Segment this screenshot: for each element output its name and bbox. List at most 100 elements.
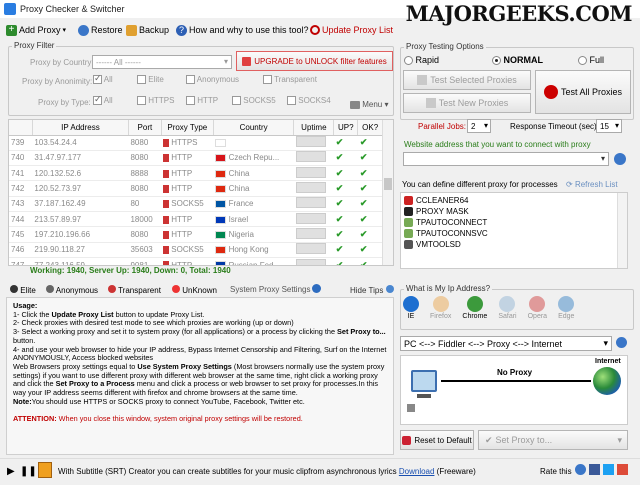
row-port: 8080 xyxy=(128,180,162,197)
system-proxy-settings-link[interactable]: System Proxy Settings xyxy=(230,285,310,294)
route-settings-icon[interactable] xyxy=(616,337,627,348)
country-select[interactable]: ------ All ------ ▾ xyxy=(92,55,232,69)
col-index[interactable] xyxy=(9,120,33,136)
type-https-checkbox[interactable]: HTTPS xyxy=(137,96,174,106)
row-type-label: HTTP xyxy=(171,229,193,239)
browser-edge-button[interactable]: Edge xyxy=(558,296,574,320)
col-uptime[interactable]: Uptime xyxy=(293,120,335,136)
settings-icon[interactable] xyxy=(312,284,321,295)
type-socks4-checkbox[interactable]: SOCKS4 xyxy=(287,96,331,106)
mode-normal-radio[interactable]: NORMAL xyxy=(492,55,543,66)
row-uptime xyxy=(293,196,334,212)
list-item[interactable]: TPAUTOCONNSVC xyxy=(404,228,624,239)
col-type[interactable]: Proxy Type xyxy=(161,120,214,136)
browser-label: Edge xyxy=(558,313,575,320)
list-item[interactable]: VMTOOLSD xyxy=(404,239,624,250)
type-all-checkbox[interactable]: All xyxy=(93,94,113,106)
test-selected-button[interactable]: Test Selected Proxies xyxy=(403,70,531,90)
download-link[interactable]: Download xyxy=(399,467,435,476)
row-uptime xyxy=(293,242,334,258)
play-icon[interactable]: ▶ xyxy=(7,466,15,477)
table-row[interactable]: 744 213.57.89.97 18000 HTTP Israel ✔ ✔ xyxy=(9,211,383,228)
route-select[interactable]: PC <--> Fiddler <--> Proxy <--> Internet… xyxy=(400,336,612,351)
facebook-icon[interactable] xyxy=(589,464,600,475)
browser-ie-button[interactable]: IE xyxy=(403,296,419,320)
col-up[interactable]: UP? xyxy=(333,120,359,136)
type-socks5-label: SOCKS5 xyxy=(243,96,276,105)
table-row[interactable]: 739 103.54.24.4 8080 HTTPS ✔ ✔ xyxy=(9,135,383,151)
tip-line-3: 3- Select a working proxy and set it to … xyxy=(13,327,387,345)
scrollbar-thumb[interactable] xyxy=(384,178,392,190)
browser-safari-button[interactable]: Safari xyxy=(498,296,517,320)
website-label: Website address that you want to connect… xyxy=(404,140,591,149)
process-name: VMTOOLSD xyxy=(416,240,461,249)
proxy-grid[interactable]: IP Address Port Proxy Type Country Uptim… xyxy=(8,119,394,266)
list-item[interactable]: TPAUTOCONNECT xyxy=(404,217,624,228)
set-proxy-label: Set Proxy to... xyxy=(495,435,553,445)
parallel-select[interactable]: 2 ▾ xyxy=(467,119,491,133)
proxy-type-icon xyxy=(163,154,170,163)
test-new-button[interactable]: Test New Proxies xyxy=(403,93,531,113)
reset-default-button[interactable]: Reset to Default xyxy=(400,430,474,450)
website-input[interactable]: ▾ xyxy=(403,152,609,166)
table-row[interactable]: 741 120.132.52.6 8888 HTTP China ✔ ✔ xyxy=(9,165,383,182)
list-item[interactable]: PROXY MASK xyxy=(404,206,624,217)
chevron-down-icon: ▾ xyxy=(603,338,608,348)
proxy-type-icon xyxy=(163,200,170,209)
row-country-label: Israel xyxy=(228,214,249,224)
radio-icon xyxy=(404,56,413,66)
menu-button[interactable]: Menu ▾ xyxy=(350,100,389,109)
type-socks5-checkbox[interactable]: SOCKS5 xyxy=(232,96,276,106)
grid-scrollbar[interactable] xyxy=(382,120,393,265)
hide-tips-button[interactable]: Hide Tips xyxy=(350,285,394,295)
tip-line-4: 4- and use your web browser to hide your… xyxy=(13,344,387,363)
table-row[interactable]: 747 77.243.116.59 9081 HTTP Russian Fed... ✔… xyxy=(9,257,383,265)
table-row[interactable]: 742 120.52.73.97 8080 HTTP China ✔ ✔ xyxy=(9,180,383,197)
list-item[interactable]: CCLEANER64 xyxy=(404,195,624,206)
update-proxy-list-button[interactable]: Update Proxy List xyxy=(310,23,393,37)
col-country[interactable]: Country xyxy=(213,120,295,136)
col-port[interactable]: Port xyxy=(128,120,162,136)
mode-rapid-radio[interactable]: Rapid xyxy=(404,55,439,66)
tip5b: Use System Proxy Settings xyxy=(137,361,232,371)
pause-icon[interactable]: ❚❚ xyxy=(20,466,37,477)
checkbox-icon xyxy=(93,94,102,106)
restore-button[interactable]: Restore xyxy=(78,23,123,37)
table-row[interactable]: 740 31.47.97.177 8080 HTTP Czech Repu... ✔ ✔ xyxy=(9,150,383,167)
twitter-icon[interactable] xyxy=(603,464,614,475)
table-row[interactable]: 743 37.187.162.49 80 SOCKS5 France ✔ ✔ xyxy=(9,196,383,212)
row-type: HTTP xyxy=(161,150,214,167)
add-proxy-button[interactable]: + Add Proxy ▾ xyxy=(6,23,66,37)
footer-suffix: (Freeware) xyxy=(434,467,476,476)
col-ip[interactable]: IP Address xyxy=(32,120,129,136)
table-row[interactable]: 745 197.210.196.66 8080 HTTP Nigeria ✔ ✔ xyxy=(9,226,383,243)
browser-chrome-button[interactable]: Chrome xyxy=(462,296,487,320)
browser-opera-button[interactable]: Opera xyxy=(528,296,547,320)
row-ok: ✔ xyxy=(357,211,383,228)
process-list[interactable]: CCLEANER64 PROXY MASK TPAUTOCONNECT TPAUTOC… xyxy=(400,192,628,269)
rate-icon[interactable] xyxy=(575,464,586,475)
row-port: 18000 xyxy=(128,211,162,228)
chevron-down-icon: ▾ xyxy=(617,434,622,445)
upgrade-button[interactable]: UPGRADE to UNLOCK filter features xyxy=(236,51,393,71)
refresh-list-button[interactable]: ⟳ Refresh List xyxy=(566,180,618,189)
restore-label: Restore xyxy=(91,25,123,35)
anon-elite-checkbox[interactable]: Elite xyxy=(137,75,164,85)
anon-all-checkbox[interactable]: All xyxy=(93,73,113,85)
mode-full-radio[interactable]: Full xyxy=(578,55,604,66)
timeout-select[interactable]: 15 ▾ xyxy=(596,119,622,133)
col-ok[interactable]: OK? xyxy=(357,120,383,136)
how-to-button[interactable]: ? How and why to use this tool? xyxy=(176,23,309,37)
website-settings-icon[interactable] xyxy=(614,153,626,165)
backup-button[interactable]: Backup xyxy=(126,23,169,37)
set-proxy-button[interactable]: ✔ Set Proxy to... ▾ xyxy=(478,430,628,450)
anon-anonymous-checkbox[interactable]: Anonymous xyxy=(186,75,239,85)
anon-transparent-checkbox[interactable]: Transparent xyxy=(263,75,317,85)
type-http-checkbox[interactable]: HTTP xyxy=(186,96,218,106)
process-scrollbar[interactable] xyxy=(617,193,627,268)
browser-firefox-button[interactable]: Firefox xyxy=(430,296,451,320)
table-row[interactable]: 746 219.90.118.27 35603 SOCKS5 Hong Kong ✔ ✔ xyxy=(9,242,383,258)
googleplus-icon[interactable] xyxy=(617,464,628,475)
toolbar: + Add Proxy ▾ Restore Backup ? How and w… xyxy=(0,18,400,42)
test-all-button[interactable]: Test All Proxies xyxy=(535,70,631,114)
